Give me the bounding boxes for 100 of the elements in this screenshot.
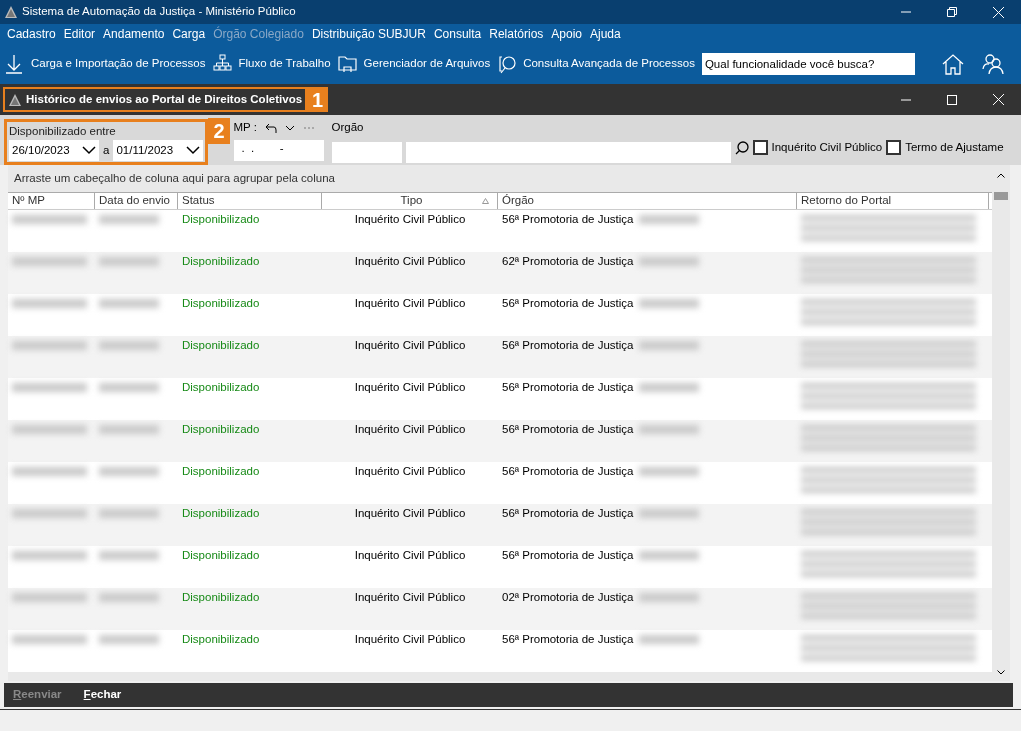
blurred-text [99,509,159,518]
toolbar-button[interactable]: Consulta Avançada de Processos [497,54,702,74]
menu-item[interactable]: Andamento [99,25,169,43]
search-field[interactable]: Qual funcionalidade você busca? [701,53,915,75]
blurred-text [99,593,159,602]
column-header[interactable]: Tipo [322,193,498,209]
chevron-down-icon[interactable] [284,124,295,131]
blurred-text [639,257,700,266]
orgao-text: 56ª Promotoria de Justiça [502,632,634,647]
maximize-icon [947,94,957,105]
column-header[interactable]: Retorno do Portal [797,193,989,209]
status-text: Disponibilizado [182,423,260,435]
orgao-text: 62ª Promotoria de Justiça [502,254,634,269]
mp-label: MP : [233,120,257,135]
menu-item[interactable]: Carga [168,25,210,43]
column-header-text: Órgão [502,193,534,209]
blurred-text [99,383,159,392]
orgao-label: Orgão [331,120,365,135]
status-text: Disponibilizado [182,255,260,267]
home-button[interactable] [941,52,965,76]
chevron-down-icon [186,146,201,156]
orgao-text: 56ª Promotoria de Justiça [502,380,634,395]
scroll-up-icon[interactable] [997,173,1005,178]
mp-number-field[interactable]: . . - [233,140,324,162]
users-button[interactable] [981,52,1005,76]
status-text: Disponibilizado [182,381,260,393]
orgao-code-field[interactable] [331,142,402,164]
status-text: Disponibilizado [182,213,260,225]
date-value: 26/10/2023 [12,143,70,159]
status-text: Disponibilizado [182,297,260,309]
checkbox[interactable] [886,140,902,156]
type-text: Inquérito Civil Público [354,213,466,225]
folder-icon [337,54,358,74]
restore-icon [947,7,957,17]
search-icon[interactable] [734,140,749,155]
scroll-thumb[interactable] [994,192,1008,200]
type-text: Inquérito Civil Público [354,255,466,267]
status-text: Disponibilizado [182,465,260,477]
search-icon [497,54,518,74]
checkbox-label: Termo de Ajustame [905,140,1004,155]
checkbox-label: Inquérito Civil Público [771,140,883,155]
blurred-text [99,215,159,224]
blurred-text [639,383,700,392]
menu-item[interactable]: Apoio [547,25,586,43]
orgao-text: 56ª Promotoria de Justiça [502,338,634,353]
toolbar-button[interactable]: Carga e Importação de Processos [5,54,213,74]
column-header[interactable]: Nº MP [8,193,95,209]
blurred-text [99,635,159,644]
orgao-text: 56ª Promotoria de Justiça [502,422,634,437]
close-button[interactable]: Fechar [83,686,122,704]
orgao-text: 56ª Promotoria de Justiça [502,212,634,227]
type-text: Inquérito Civil Público [354,381,466,393]
blurred-text [99,467,159,476]
blurred-text [639,509,700,518]
toolbar-button[interactable]: Fluxo de Trabalho [212,54,338,74]
chevron-down-icon [82,146,96,156]
status-text: Disponibilizado [182,339,260,351]
blurred-text [99,341,159,350]
blurred-text [99,551,159,560]
column-header[interactable]: Órgão [498,193,797,209]
orgao-text: 02ª Promotoria de Justiça [502,590,634,605]
hierarchy-icon [212,54,233,74]
type-text: Inquérito Civil Público [354,549,466,561]
blurred-text [99,425,159,434]
status-text: Disponibilizado [182,549,260,561]
orgao-name-field[interactable] [405,142,731,164]
menu-item[interactable]: Distribuição SUBJUR [307,25,430,43]
orgao-text: 56ª Promotoria de Justiça [502,296,634,311]
menu-item[interactable]: Relatórios [485,25,548,43]
app-logo-icon [8,92,22,107]
date-picker[interactable]: 26/10/2023 [9,140,99,162]
column-header-text: Retorno do Portal [801,193,892,209]
menu-item[interactable]: Editor [59,25,100,43]
blurred-text [639,593,700,602]
menu-item[interactable]: Cadastro [3,25,60,43]
toolbar-button[interactable]: Gerenciador de Arquivos [337,54,498,74]
status-text: Disponibilizado [182,633,260,645]
orgao-text: 56ª Promotoria de Justiça [502,464,634,479]
scroll-down-icon[interactable] [997,670,1005,675]
group-by-hint: Arraste um cabeçalho de coluna aqui para agrupar pela coluna [13,170,335,186]
status-text: Disponibilizado [182,507,260,519]
column-header-text: Nº MP [12,193,45,209]
date-separator: a [103,143,110,159]
date-value: 01/11/2023 [116,143,174,159]
orgao-text: 56ª Promotoria de Justiça [502,506,634,521]
window-title: Sistema de Automação da Justiça - Ministério Público [22,4,296,20]
callout-badge: 2 [208,118,230,144]
blurred-text [99,257,159,266]
undo-icon[interactable] [264,122,277,133]
checkbox[interactable] [752,140,768,156]
date-picker[interactable]: 01/11/2023 [113,140,204,162]
column-header[interactable]: Status [178,193,322,209]
menu-item[interactable]: Consulta [429,25,486,43]
type-text: Inquérito Civil Público [354,633,466,645]
date-range-label: Disponibilizado entre [9,124,117,139]
sort-icon [482,198,489,204]
menu-item[interactable]: Ajuda [586,25,625,43]
app-logo-icon [4,5,18,19]
blurred-text [639,215,700,224]
blurred-text [639,299,700,308]
